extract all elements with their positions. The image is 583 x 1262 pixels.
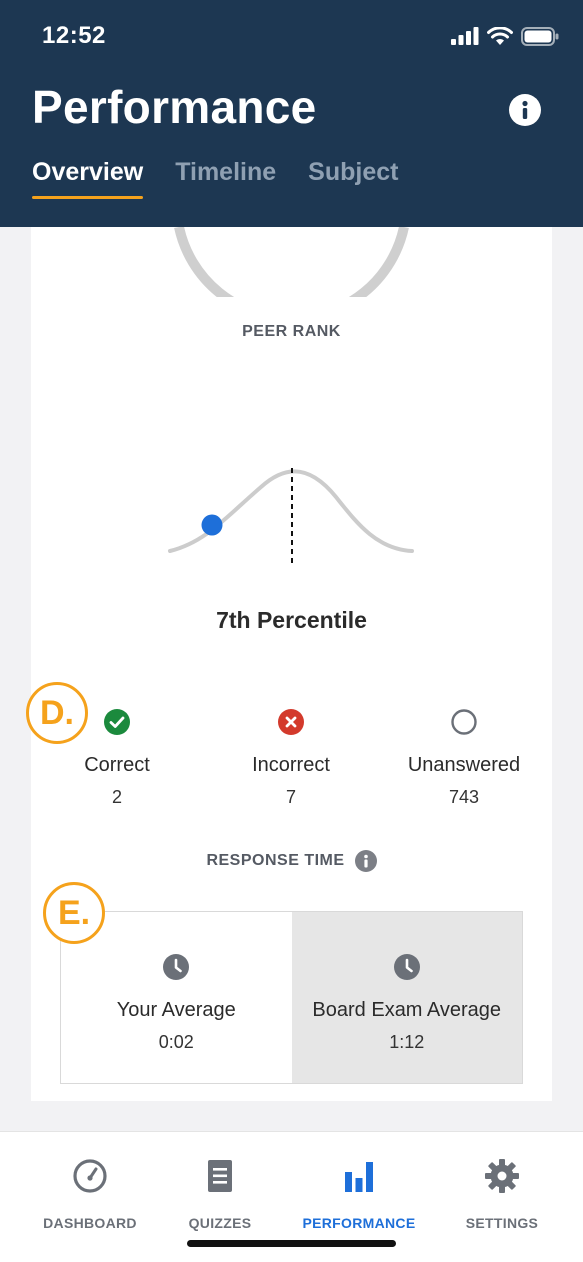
tab-bar: Overview Timeline Subject [32, 158, 398, 199]
annotation-marker-d: D. [26, 682, 88, 744]
your-average-value: 0:02 [158, 1032, 194, 1052]
stat-unanswered-label: Unanswered [407, 754, 521, 776]
gauge-icon [73, 1159, 107, 1193]
performance-card: PEER RANK 7th Percentile Correct 2 Incor… [31, 227, 552, 1101]
signal-icon [451, 27, 479, 45]
stat-incorrect: Incorrect 7 [211, 709, 371, 808]
nav-dashboard[interactable]: DASHBOARD [20, 1158, 160, 1231]
nav-settings[interactable]: SETTINGS [432, 1158, 572, 1231]
response-time-label: RESPONSE TIME [206, 852, 345, 869]
wifi-icon [487, 26, 513, 45]
battery-icon [521, 26, 559, 46]
app-header: 12:52 Performance Overview Timeline Subj… [0, 0, 583, 227]
document-icon [208, 1160, 232, 1192]
nav-quizzes-label: QUIZZES [188, 1215, 252, 1231]
clock-icon [163, 954, 190, 980]
your-average-cell: Your Average 0:02 [61, 912, 292, 1083]
home-indicator [187, 1240, 396, 1247]
response-time-info-button[interactable] [354, 850, 377, 872]
stat-correct-value: 2 [111, 787, 122, 807]
empty-circle-icon [451, 709, 477, 735]
check-circle-icon [104, 709, 130, 735]
stat-unanswered: Unanswered 743 [384, 709, 544, 808]
board-average-value: 1:12 [389, 1032, 425, 1052]
board-average-label: Board Exam Average [312, 999, 502, 1021]
nav-settings-label: SETTINGS [465, 1215, 539, 1231]
stat-incorrect-value: 7 [285, 787, 296, 807]
nav-performance-label: PERFORMANCE [302, 1215, 416, 1231]
info-icon [522, 100, 528, 119]
page-title: Performance [32, 81, 317, 133]
tab-overview[interactable]: Overview [32, 158, 144, 199]
status-icons [451, 26, 559, 46]
percentile-text: 7th Percentile [216, 607, 367, 633]
nav-quizzes[interactable]: QUIZZES [150, 1158, 290, 1231]
status-bar: 12:52 [0, 0, 583, 72]
your-average-label: Your Average [116, 999, 236, 1021]
status-time: 12:52 [42, 22, 106, 49]
bell-curve-chart [168, 468, 414, 565]
response-time-comparison: Your Average 0:02 Board Exam Average 1:1… [60, 911, 523, 1084]
tab-timeline[interactable]: Timeline [175, 158, 276, 197]
info-icon [363, 854, 368, 868]
percentile-marker [201, 514, 223, 536]
board-average-cell: Board Exam Average 1:12 [291, 912, 522, 1083]
bar-chart-icon [345, 1162, 373, 1192]
peer-rank-label: PEER RANK [242, 323, 341, 340]
stat-correct-label: Correct [84, 754, 150, 776]
tab-subject[interactable]: Subject [308, 158, 398, 197]
gear-icon [485, 1159, 519, 1193]
stat-unanswered-value: 743 [448, 787, 480, 807]
annotation-marker-e: E. [43, 882, 105, 944]
x-circle-icon [278, 709, 304, 735]
clock-icon [393, 954, 420, 980]
stat-incorrect-label: Incorrect [252, 754, 330, 776]
nav-dashboard-label: DASHBOARD [43, 1215, 137, 1231]
nav-performance[interactable]: PERFORMANCE [289, 1158, 429, 1231]
score-ring [174, 227, 409, 297]
bell-curve-line [168, 469, 414, 553]
info-button[interactable] [509, 94, 541, 126]
response-time-header: RESPONSE TIME [31, 850, 552, 872]
